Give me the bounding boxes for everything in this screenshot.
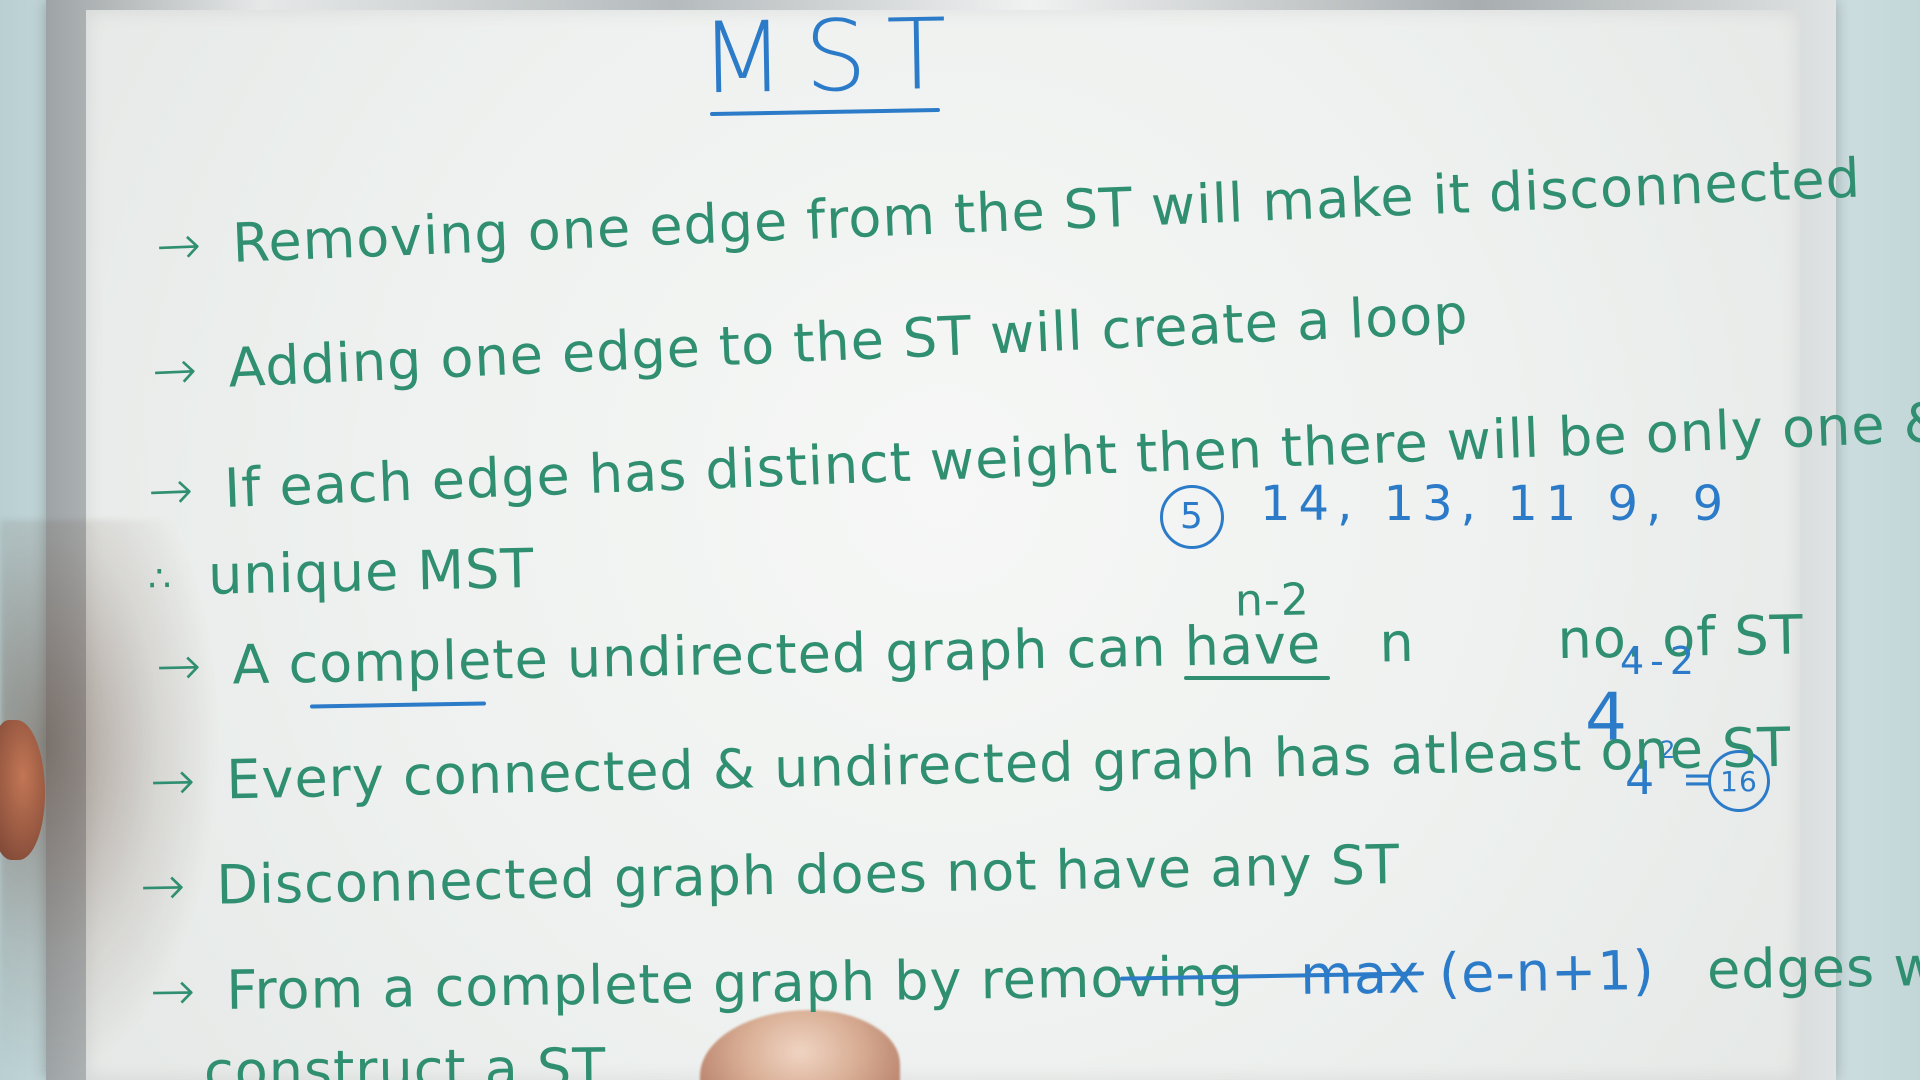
weights-note: 14, 13, 11 9, 9 — [1260, 476, 1732, 532]
arrow-icon: → — [149, 749, 197, 813]
board-line-2: → Adding one edge to the ST will create … — [150, 283, 1470, 403]
power-exponent: n-2 — [1234, 574, 1311, 627]
line-text-1: Removing one edge from the ST will make … — [231, 146, 1863, 275]
line-text-9: From a complete graph by removing — [225, 944, 1245, 1022]
power-term: n — [1379, 611, 1540, 675]
board-line-1: → Removing one edge from the ST will mak… — [154, 147, 1862, 278]
arrow-icon: → — [155, 634, 203, 698]
power-underline — [1184, 676, 1330, 680]
line-text-8: Disconnected graph does not have any ST — [215, 833, 1401, 917]
line-text-11: construct a ST — [203, 1036, 607, 1080]
line-text-4: unique MST — [207, 536, 535, 607]
line-text-5: A complete undirected graph can have — [231, 612, 1322, 697]
therefore-icon: ∴ — [147, 558, 173, 601]
line-text-10: edges we can — [1706, 933, 1920, 1002]
board-line-7b: construct a ST — [204, 1036, 607, 1080]
board-line-3b: ∴ unique MST — [147, 537, 535, 607]
circled-five: 5 — [1160, 485, 1224, 549]
arrow-icon: → — [154, 213, 204, 278]
arrow-icon: → — [146, 458, 196, 523]
arrow-icon: → — [150, 338, 200, 403]
board-line-4: → A complete undirected graph can have n… — [155, 603, 1804, 698]
power-base: n — [1378, 610, 1416, 675]
video-frame: MST → Removing one edge from the ST will… — [0, 0, 1920, 1080]
line-text-2: Adding one edge to the ST will create a … — [226, 282, 1470, 400]
board-content: MST → Removing one edge from the ST will… — [0, 0, 1920, 1080]
arrow-icon: → — [149, 959, 197, 1023]
arrow-icon: → — [139, 854, 187, 918]
board-line-5: → Every connected & undirected graph has… — [149, 716, 1792, 813]
board-line-6: → Disconnected graph does not have any S… — [139, 833, 1400, 918]
complete-underline — [309, 701, 487, 709]
example-exponent: 4-2 — [1620, 639, 1701, 683]
board-line-7: → From a complete graph by removing max … — [149, 933, 1920, 1023]
board-title: MST — [699, 0, 968, 117]
line-text-7: Every connected & undirected graph has a… — [225, 715, 1792, 812]
